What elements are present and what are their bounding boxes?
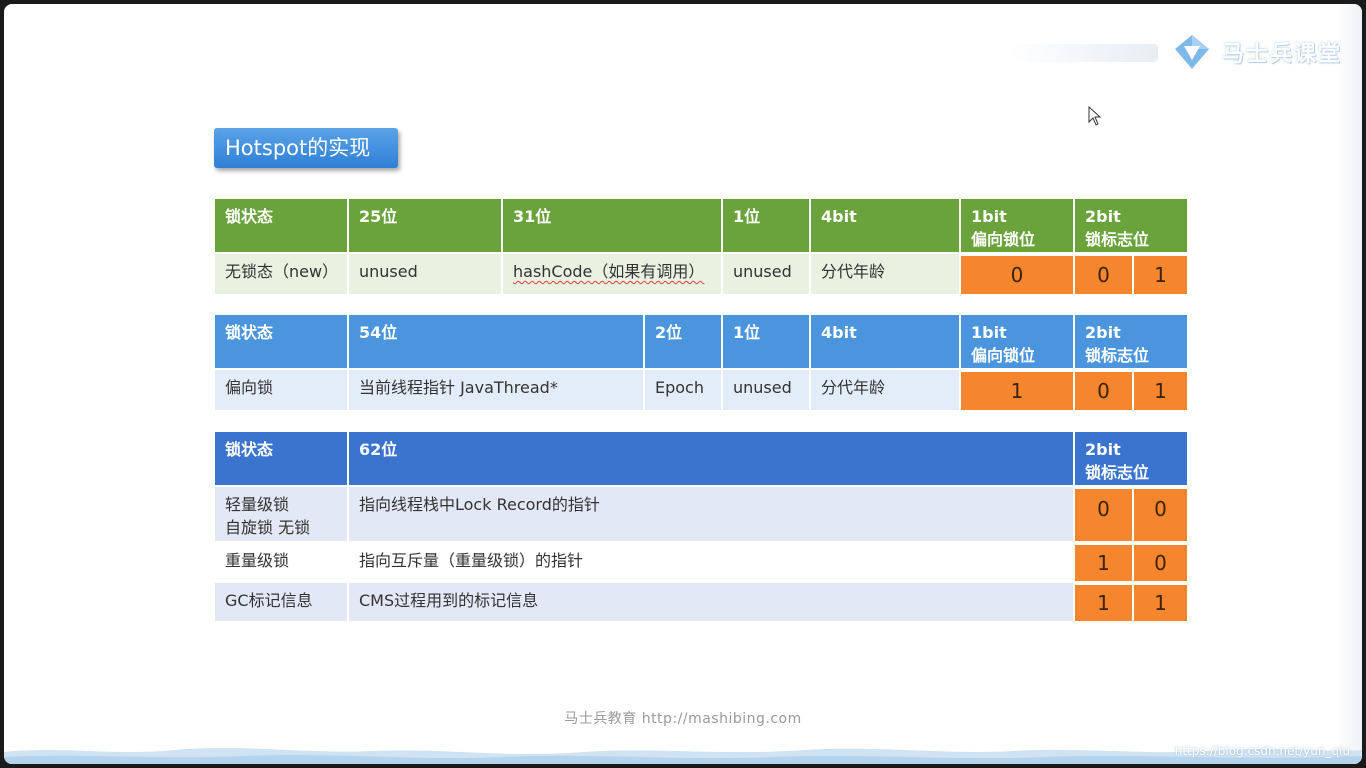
table2-header-biased-bit: 1bit 偏向锁位	[961, 315, 1073, 368]
mouse-cursor-icon	[1088, 106, 1102, 126]
table3-header-62bit: 62位	[349, 432, 1073, 485]
page-title: Hotspot的实现	[214, 128, 398, 168]
table2-header-2bit: 2位	[645, 315, 721, 368]
table1-row-state: 无锁态（new）	[215, 254, 347, 294]
table2-flag-bit-2: 1	[1134, 372, 1187, 410]
table3-row3-content: CMS过程用到的标记信息	[349, 583, 1073, 621]
table2-row-state: 偏向锁	[215, 370, 347, 410]
slide-footer: 马士兵教育 http://mashibing.com	[564, 711, 802, 727]
table2-row-1bit: unused	[723, 370, 809, 410]
table3-row2-state: 重量级锁	[215, 543, 347, 581]
table3-row1-state: 轻量级锁 自旋锁 无锁	[215, 487, 347, 541]
table3-row3-flag-bit-2: 1	[1134, 585, 1187, 621]
brand-diamond-icon	[1175, 35, 1209, 69]
table2-flag-bit-1: 0	[1075, 372, 1132, 410]
table3-header-state: 锁状态	[215, 432, 347, 485]
table1-row-1bit: unused	[723, 254, 809, 294]
table3-row2-content: 指向互斥量（重量级锁）的指针	[349, 543, 1073, 581]
table2-row-2bit: Epoch	[645, 370, 721, 410]
brand-faded-strip	[1008, 44, 1158, 62]
table1-header-flag-bits: 2bit 锁标志位	[1075, 199, 1187, 252]
table1-header-31bit: 31位	[503, 199, 721, 252]
slide: 马士兵课堂 Hotspot的实现 锁状态 25位 31位 1位 4bit 1bi…	[4, 4, 1362, 764]
table1-flag-bit-2: 1	[1134, 256, 1187, 294]
table2-header-flag-bits: 2bit 锁标志位	[1075, 315, 1187, 368]
table3-row2-flag-bit-1: 1	[1075, 545, 1132, 581]
table3-row1-content: 指向线程栈中Lock Record的指针	[349, 487, 1073, 541]
table2-row-4bit: 分代年龄	[811, 370, 959, 410]
table2-header-1bit: 1位	[723, 315, 809, 368]
decorative-wave	[4, 748, 1362, 764]
table3-row3-state: GC标记信息	[215, 583, 347, 621]
slide-edge-shade	[1336, 4, 1362, 764]
table1-row-31bit: hashCode（如果有调用）	[503, 254, 721, 294]
hashcode-text: hashCode（如果有调用）	[513, 262, 705, 281]
table1-header-1bit: 1位	[723, 199, 809, 252]
table1-header-4bit: 4bit	[811, 199, 959, 252]
table1-flag-bit-1: 0	[1075, 256, 1132, 294]
table1-row-25bit: unused	[349, 254, 501, 294]
table1-biased-bit-value: 0	[961, 256, 1073, 294]
table1-header-state: 锁状态	[215, 199, 347, 252]
table3-row1-flag-bit-2: 0	[1134, 489, 1187, 541]
table3-row1-flag-bit-1: 0	[1075, 489, 1132, 541]
watermark: https://blog.csdn.net/yun_qiu	[1174, 744, 1350, 758]
table1-row-4bit: 分代年龄	[811, 254, 959, 294]
table2-header-4bit: 4bit	[811, 315, 959, 368]
table2-header-54bit: 54位	[349, 315, 643, 368]
table1-header-biased-bit: 1bit 偏向锁位	[961, 199, 1073, 252]
table1-header-25bit: 25位	[349, 199, 501, 252]
thread-pointer-text: 当前线程指针 JavaThread*	[359, 378, 558, 397]
brand-name: 马士兵课堂	[1222, 42, 1343, 67]
table3-row2-flag-bit-2: 0	[1134, 545, 1187, 581]
table2-row-54bit: 当前线程指针 JavaThread*	[349, 370, 643, 410]
table3-row3-flag-bit-1: 1	[1075, 585, 1132, 621]
brand-logo-group: 马士兵课堂	[1172, 32, 1342, 72]
table2-biased-bit-value: 1	[961, 372, 1073, 410]
table3-header-flag-bits: 2bit 锁标志位	[1075, 432, 1187, 485]
table2-header-state: 锁状态	[215, 315, 347, 368]
